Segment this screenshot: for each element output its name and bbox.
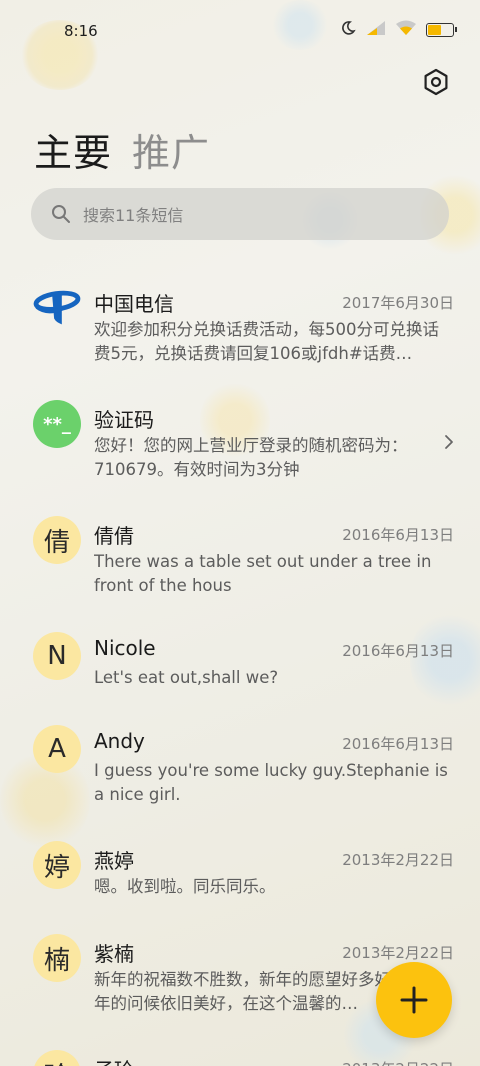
message-date: 2013年2月22日	[342, 944, 454, 962]
message-date: 2016年6月13日	[342, 526, 454, 544]
message-date: 2013年2月22日	[342, 851, 454, 869]
message-date: 2013年2月22日	[342, 1058, 454, 1066]
message-preview: 嗯。收到啦。同乐同乐。	[94, 877, 276, 896]
status-bar: 8:16	[0, 0, 480, 62]
new-message-button[interactable]	[376, 962, 452, 1038]
message-date: 2016年6月13日	[342, 642, 454, 660]
avatar: 倩	[33, 516, 81, 564]
contact-name: 子玲	[94, 1054, 134, 1066]
message-preview: 您好！您的网上营业厅登录的随机密码为：710679。有效时间为3分钟	[94, 436, 408, 479]
gear-icon[interactable]	[422, 68, 450, 96]
message-date: 2017年6月30日	[342, 294, 454, 312]
avatar: A	[33, 725, 81, 773]
search-placeholder: 搜索11条短信	[83, 206, 184, 225]
contact-name: 验证码	[94, 408, 154, 432]
avatar: 婷	[33, 841, 81, 889]
battery-icon	[426, 23, 457, 37]
list-item[interactable]: **_ 验证码 您好！您的网上营业厅登录的随机密码为：710679。有效时间为3…	[0, 386, 480, 502]
tab-promotions[interactable]: 推广	[132, 122, 210, 177]
signal-icon	[366, 20, 386, 40]
avatar	[33, 284, 81, 332]
message-list: 中国电信 2017年6月30日 欢迎参加积分兑换话费活动，每500分可兑换话费5…	[0, 270, 480, 1066]
tab-primary[interactable]: 主要	[34, 122, 112, 177]
message-preview: I guess you're some lucky guy.Stephanie …	[94, 761, 448, 804]
search-icon	[51, 204, 71, 224]
avatar: 玲	[33, 1050, 81, 1066]
search-bar[interactable]: 搜索11条短信	[31, 188, 449, 240]
avatar: 楠	[33, 934, 81, 982]
moon-icon	[340, 20, 356, 40]
china-telecom-logo	[33, 290, 81, 325]
message-date: 2016年6月13日	[342, 735, 454, 753]
contact-name: 中国电信	[94, 292, 174, 316]
contact-name: 倩倩	[94, 524, 134, 548]
wifi-icon	[396, 20, 416, 40]
message-preview: There was a table set out under a tree i…	[94, 552, 432, 595]
avatar: N	[33, 632, 81, 680]
contact-name: Nicole	[94, 636, 156, 660]
contact-name: Andy	[94, 729, 145, 753]
plus-icon	[400, 986, 428, 1014]
list-item[interactable]: 婷 燕婷 2013年2月22日 嗯。收到啦。同乐同乐。	[0, 827, 480, 920]
message-preview: Let's eat out,shall we?	[94, 668, 279, 687]
avatar: **_	[33, 400, 81, 448]
contact-name: 燕婷	[94, 849, 134, 873]
message-preview: 欢迎参加积分兑换话费活动，每500分可兑换话费5元，兑换话费请回复106或jfd…	[94, 320, 439, 363]
list-item[interactable]: N Nicole 2016年6月13日 Let's eat out,shall …	[0, 618, 480, 711]
contact-name: 紫楠	[94, 942, 134, 966]
list-item[interactable]: 倩 倩倩 2016年6月13日 There was a table set ou…	[0, 502, 480, 618]
list-item[interactable]: 中国电信 2017年6月30日 欢迎参加积分兑换话费活动，每500分可兑换话费5…	[0, 270, 480, 386]
status-time: 8:16	[64, 22, 98, 40]
tab-bar: 主要 推广	[34, 122, 210, 177]
chevron-right-icon[interactable]	[442, 434, 456, 450]
list-item[interactable]: 玲 子玲 2013年2月22日	[0, 1036, 480, 1066]
list-item[interactable]: A Andy 2016年6月13日 I guess you're some lu…	[0, 711, 480, 827]
